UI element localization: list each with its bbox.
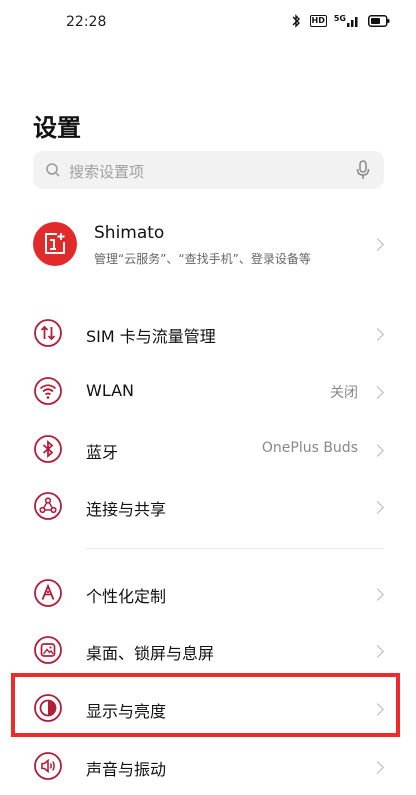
account-name: Shimato xyxy=(94,223,165,243)
status-time: 22:28 xyxy=(66,14,107,30)
settings-item-value: OnePlus Buds xyxy=(261,440,358,456)
account-subtitle: 管理“云服务”、“查找手机”、登录设备等 xyxy=(94,252,311,266)
chevron-right-icon xyxy=(371,328,384,341)
status-icons: HD 5G xyxy=(289,14,390,28)
connection-share-icon xyxy=(33,491,63,521)
status-bar: 22:28 HD 5G xyxy=(0,0,416,46)
hd-voice-icon: HD xyxy=(309,15,327,27)
bluetooth-status-icon xyxy=(289,14,303,28)
highlight-box xyxy=(11,673,400,737)
sound-vibration-icon xyxy=(33,751,63,781)
settings-item-bluetooth[interactable]: 蓝牙 OnePlus Buds xyxy=(33,422,384,478)
chevron-right-icon xyxy=(371,761,384,774)
settings-item-connection-sharing[interactable]: 连接与共享 xyxy=(33,479,384,535)
chevron-right-icon xyxy=(371,501,384,514)
settings-item-home-lock-screen[interactable]: 桌面、锁屏与息屏 xyxy=(33,623,384,679)
settings-item-label: SIM 卡与流量管理 xyxy=(86,327,216,346)
network-type-label: 5G xyxy=(333,14,346,23)
settings-item-label: WLAN xyxy=(86,381,135,400)
search-input[interactable]: 搜索设置项 xyxy=(33,151,384,189)
chevron-right-icon xyxy=(371,588,384,601)
signal-icon: 5G xyxy=(334,15,361,27)
search-placeholder: 搜索设置项 xyxy=(69,163,145,181)
settings-item-label: 连接与共享 xyxy=(86,500,167,519)
settings-item-label: 蓝牙 xyxy=(86,443,119,462)
settings-item-label: 个性化定制 xyxy=(86,587,167,606)
settings-item-value: 关闭 xyxy=(330,385,358,401)
bluetooth-icon xyxy=(33,434,63,464)
account-row[interactable]: Shimato 管理“云服务”、“查找手机”、登录设备等 xyxy=(33,214,384,274)
chevron-right-icon xyxy=(371,238,384,251)
section-divider xyxy=(86,548,384,549)
microphone-icon[interactable] xyxy=(356,160,370,184)
wallpaper-icon xyxy=(33,635,63,665)
sim-data-icon xyxy=(33,318,63,348)
chevron-right-icon xyxy=(371,645,384,658)
settings-item-wlan[interactable]: WLAN 关闭 xyxy=(33,364,384,420)
settings-item-label: 桌面、锁屏与息屏 xyxy=(86,644,215,663)
page-title: 设置 xyxy=(33,114,81,142)
search-icon xyxy=(45,162,61,182)
settings-item-sim[interactable]: SIM 卡与流量管理 xyxy=(33,306,384,362)
settings-item-label: 声音与振动 xyxy=(86,760,167,779)
oneplus-logo-icon xyxy=(33,222,77,266)
chevron-right-icon xyxy=(371,444,384,457)
chevron-right-icon xyxy=(371,386,384,399)
settings-item-personalization[interactable]: 个性化定制 xyxy=(33,566,384,622)
battery-icon xyxy=(368,15,390,27)
personalization-icon xyxy=(33,578,63,608)
wifi-icon xyxy=(33,376,63,406)
